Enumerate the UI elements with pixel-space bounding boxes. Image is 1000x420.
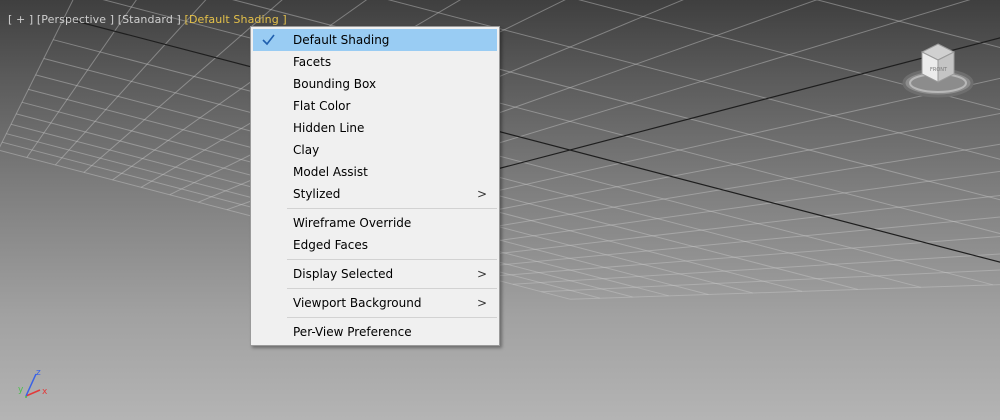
menu-item-label: Stylized xyxy=(293,187,341,201)
submenu-arrow-icon: > xyxy=(476,187,487,201)
axis-y-label: y xyxy=(18,385,24,395)
menu-item-label: Default Shading xyxy=(293,33,390,47)
menu-item-label: Clay xyxy=(293,143,320,157)
submenu-arrow-icon: > xyxy=(476,267,487,281)
viewport-point-of-view-label[interactable]: [Perspective ] xyxy=(37,13,114,26)
submenu-arrow-icon: > xyxy=(476,296,487,310)
menu-item-wireframe-override[interactable]: Wireframe Override xyxy=(251,212,499,234)
viewport-label-menu: [ + ] [Perspective ] [Standard ] [Defaul… xyxy=(8,13,287,26)
menu-item-bounding-box[interactable]: Bounding Box xyxy=(251,73,499,95)
viewcube[interactable]: FRONT xyxy=(898,38,978,112)
menu-item-model-assist[interactable]: Model Assist xyxy=(251,161,499,183)
axis-x-label: x xyxy=(42,387,48,397)
home-grid xyxy=(0,0,1000,300)
viewport-standard-label[interactable]: [Standard ] xyxy=(118,13,181,26)
menu-item-label: Per-View Preference xyxy=(293,325,412,339)
menu-item-per-view-preference[interactable]: Per-View Preference xyxy=(251,321,499,343)
menu-item-default-shading[interactable]: Default Shading xyxy=(253,29,497,51)
menu-item-label: Model Assist xyxy=(293,165,368,179)
menu-item-stylized[interactable]: Stylized > xyxy=(251,183,499,205)
menu-item-flat-color[interactable]: Flat Color xyxy=(251,95,499,117)
viewcube-face-label: FRONT xyxy=(930,67,948,73)
menu-item-label: Wireframe Override xyxy=(293,216,412,230)
viewport-shading-label[interactable]: [Default Shading ] xyxy=(185,13,287,26)
menu-item-label: Viewport Background xyxy=(293,296,422,310)
grid-line xyxy=(541,269,1000,293)
menu-separator xyxy=(287,208,497,209)
menu-separator xyxy=(287,317,497,318)
axis-tripod: x y z xyxy=(12,366,72,410)
perspective-viewport[interactable]: [ + ] [Perspective ] [Standard ] [Defaul… xyxy=(0,0,1000,420)
axis-z-label: z xyxy=(36,368,41,378)
menu-separator xyxy=(287,288,497,289)
menu-item-label: Display Selected xyxy=(293,267,394,281)
shading-context-menu: Default Shading Facets Bounding Box Flat Co… xyxy=(250,26,500,346)
menu-item-facets[interactable]: Facets xyxy=(251,51,499,73)
menu-item-label: Facets xyxy=(293,55,332,69)
menu-item-edged-faces[interactable]: Edged Faces xyxy=(251,234,499,256)
checkmark-icon xyxy=(261,29,277,51)
menu-item-viewport-background[interactable]: Viewport Background > xyxy=(251,292,499,314)
menu-item-display-selected[interactable]: Display Selected > xyxy=(251,263,499,285)
menu-item-label: Bounding Box xyxy=(293,77,377,91)
viewport-plus-menu[interactable]: [ + ] xyxy=(8,13,33,26)
menu-item-label: Hidden Line xyxy=(293,121,365,135)
menu-item-label: Flat Color xyxy=(293,99,351,113)
menu-separator xyxy=(287,259,497,260)
menu-item-hidden-line[interactable]: Hidden Line xyxy=(251,117,499,139)
menu-item-label: Edged Faces xyxy=(293,238,369,252)
menu-item-clay[interactable]: Clay xyxy=(251,139,499,161)
